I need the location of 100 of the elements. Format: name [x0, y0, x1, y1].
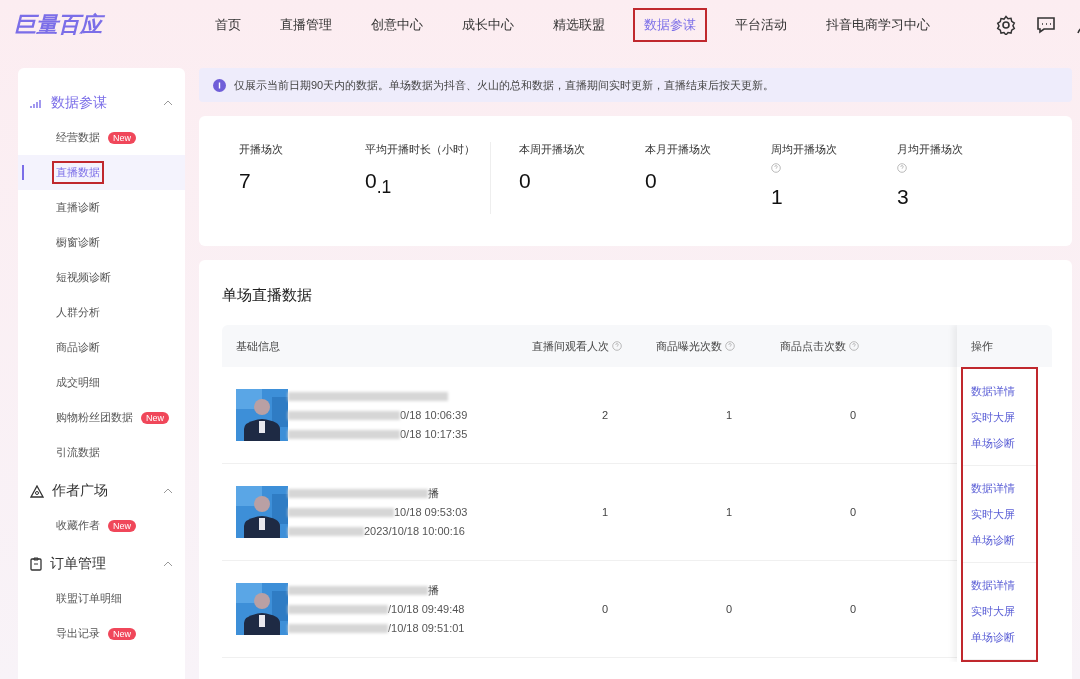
item-label: 联盟订单明细: [55, 591, 123, 606]
live-title: 播: [428, 485, 439, 501]
action-link[interactable]: 单场诊断: [971, 532, 1015, 548]
triangle-icon: [30, 484, 44, 498]
time-text: /10/18 09:51:01: [388, 622, 465, 634]
action-link[interactable]: 数据详情: [971, 577, 1015, 593]
help-icon: [725, 341, 735, 351]
action-link[interactable]: 实时大屏: [971, 506, 1015, 522]
bar-chart-icon: [30, 97, 43, 109]
clipboard-icon: [30, 557, 42, 571]
action-link[interactable]: 单场诊断: [971, 435, 1015, 451]
action-link[interactable]: 数据详情: [971, 383, 1015, 399]
table-cell-text: 0: [725, 603, 734, 615]
stat-value: 3: [897, 185, 909, 209]
action-link[interactable]: 单场诊断: [971, 629, 1015, 645]
stat-label: 平均开播时长（小时）: [365, 142, 475, 157]
sidebar-item[interactable]: 联盟订单明细: [18, 581, 185, 616]
sidebar-item[interactable]: 引流数据: [18, 435, 185, 470]
time-text: 0/18 10:06:39: [400, 409, 468, 421]
nav-tab[interactable]: 平台活动: [724, 8, 798, 42]
item-label: 成交明细: [55, 375, 101, 390]
item-label: 橱窗诊断: [55, 235, 101, 250]
item-label: 人群分析: [55, 305, 101, 320]
table-cell-text: 0: [601, 603, 610, 615]
new-badge: New: [108, 131, 136, 144]
item-label: 引流数据: [55, 445, 101, 460]
new-badge: New: [108, 519, 136, 532]
item-label: 直播诊断: [55, 200, 101, 215]
item-label: 商品诊断: [55, 340, 101, 355]
stat-label: 本月开播场次: [645, 142, 711, 157]
nav-tab[interactable]: 直播管理: [269, 8, 343, 42]
sidebar-item[interactable]: 直播诊断: [18, 190, 185, 225]
item-label: 导出记录: [55, 626, 101, 641]
sidebar-item[interactable]: 直播数据: [18, 155, 185, 190]
settings-icon[interactable]: [996, 15, 1016, 35]
table-cell-text: 0: [849, 506, 858, 518]
stat-value: 0: [645, 169, 657, 193]
nav-tab[interactable]: 创意中心: [360, 8, 434, 42]
sidebar-group[interactable]: 作者广场: [18, 474, 185, 508]
column-header: 基础信息: [236, 338, 280, 354]
nav-tab[interactable]: 成长中心: [451, 8, 525, 42]
sidebar-group[interactable]: 数据参谋: [18, 86, 185, 120]
column-header: 商品点击次数: [780, 338, 846, 354]
chevron-up-icon[interactable]: [163, 561, 173, 567]
help-icon: [849, 341, 859, 351]
chevron-up-icon[interactable]: [163, 488, 173, 494]
time-text: /10/18 09:49:48: [388, 603, 465, 615]
item-label: 收藏作者: [55, 518, 101, 533]
help-icon: [897, 163, 907, 173]
live-title: 播: [428, 582, 439, 598]
table-cell-text: 0: [849, 603, 858, 615]
sidebar-item[interactable]: 橱窗诊断: [18, 225, 185, 260]
sidebar-item[interactable]: 购物粉丝团数据 New: [18, 400, 185, 435]
sidebar-item[interactable]: 短视频诊断: [18, 260, 185, 295]
sidebar-item[interactable]: 商品诊断: [18, 330, 185, 365]
nav-tab[interactable]: 数据参谋: [633, 8, 707, 42]
info-icon: [213, 78, 226, 92]
logo[interactable]: 巨量百应: [14, 10, 204, 40]
action-link[interactable]: 实时大屏: [971, 409, 1015, 425]
info-text: 仅展示当前日期90天内的数据。单场数据为抖音、火山的总和数据，直播期间实时更新，直播结束后按天更新。: [234, 77, 775, 93]
nav-tab[interactable]: 精选联盟: [542, 8, 616, 42]
stat-label: 周均开播场次: [771, 142, 837, 157]
time-text: 2023/10/18 10:00:16: [364, 525, 465, 537]
stat-label: 开播场次: [239, 142, 283, 157]
action-link[interactable]: 数据详情: [971, 480, 1015, 496]
new-badge: New: [108, 627, 136, 640]
sidebar-group[interactable]: 订单管理: [18, 547, 185, 581]
stat-value: 0$_{.1}$: [365, 169, 392, 199]
sidebar-item[interactable]: 导出记录 New: [18, 616, 185, 651]
sidebar-item[interactable]: 人群分析: [18, 295, 185, 330]
nav-tab[interactable]: 抖音电商学习中心: [815, 8, 941, 42]
stat-value: 7: [239, 169, 251, 193]
item-label: 短视频诊断: [55, 270, 112, 285]
table-cell-text: 2: [601, 409, 610, 421]
column-header: 商品曝光次数: [656, 338, 722, 354]
item-label: 直播数据: [52, 161, 104, 184]
sidebar-item[interactable]: 成交明细: [18, 365, 185, 400]
nav-tab[interactable]: 首页: [204, 8, 252, 42]
table-cell-text: 0: [849, 409, 858, 421]
sidebar-item[interactable]: 经营数据 New: [18, 120, 185, 155]
time-text: 10/18 09:53:03: [394, 506, 468, 518]
item-label: 经营数据: [55, 130, 101, 145]
table-cell-text: 1: [725, 409, 734, 421]
help-icon: [612, 341, 622, 351]
item-label: 购物粉丝团数据: [55, 410, 134, 425]
new-badge: New: [141, 411, 169, 424]
column-header: 直播间观看人次: [532, 338, 609, 354]
message-icon[interactable]: [1036, 16, 1056, 34]
stat-value: 0: [519, 169, 531, 193]
action-link[interactable]: 实时大屏: [971, 603, 1015, 619]
table-cell-text: 1: [601, 506, 610, 518]
stat-label: 月均开播场次: [897, 142, 963, 157]
chevron-up-icon[interactable]: [163, 100, 173, 106]
help-icon: [771, 163, 781, 173]
table-cell-text: 1: [725, 506, 734, 518]
section-title: 单场直播数据: [222, 286, 313, 305]
sidebar-item[interactable]: 收藏作者 New: [18, 508, 185, 543]
stat-label: 本周开播场次: [519, 142, 585, 157]
time-text: 0/18 10:17:35: [400, 428, 468, 440]
stat-value: 1: [771, 185, 783, 209]
